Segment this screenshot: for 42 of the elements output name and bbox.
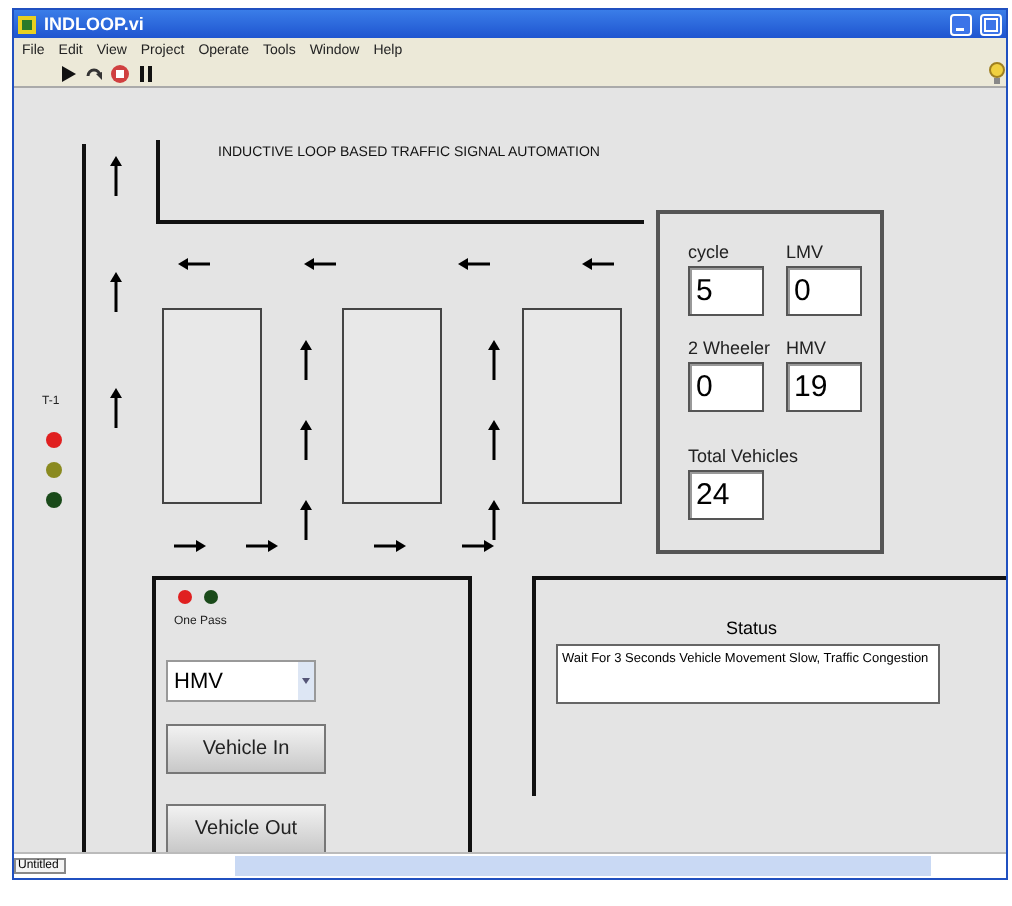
- numeric-indicator: 19: [786, 362, 862, 412]
- indicator-label: HMV: [786, 338, 826, 358]
- minimize-button[interactable]: [950, 13, 972, 35]
- up-arrow-icon: [488, 500, 500, 540]
- vehicle-button[interactable]: Vehicle Out: [166, 804, 326, 852]
- up-arrow-icon: [300, 500, 312, 540]
- run-continuously-icon[interactable]: [84, 64, 104, 84]
- help-icon[interactable]: [988, 62, 1006, 86]
- stop-icon[interactable]: [110, 64, 130, 84]
- left-arrow-icon: [178, 258, 210, 270]
- run-arrow-icon[interactable]: [58, 64, 78, 84]
- app-icon: [18, 15, 36, 33]
- numeric-indicator: 0: [786, 266, 862, 316]
- up-arrow-icon: [300, 340, 312, 380]
- right-arrow-icon: [174, 540, 206, 552]
- status-label: Status: [726, 618, 778, 638]
- vehicle-button[interactable]: Vehicle In: [166, 724, 326, 774]
- up-arrow-icon: [488, 420, 500, 460]
- indicator-label: LMV: [786, 242, 824, 262]
- right-arrow-icon: [462, 540, 494, 552]
- right-arrow-icon: [374, 540, 406, 552]
- maximize-button[interactable]: [980, 13, 1002, 35]
- pause-icon[interactable]: [136, 64, 156, 84]
- numeric-indicator: 5: [688, 266, 764, 316]
- right-arrow-icon: [246, 540, 278, 552]
- caret-icon: [298, 662, 314, 700]
- left-arrow-icon: [582, 258, 614, 270]
- up-arrow-icon: [488, 340, 500, 380]
- vehicle-type-dropdown[interactable]: HMV: [166, 660, 316, 702]
- window-title: INDLOOP.vi: [44, 14, 146, 34]
- up-arrow-icon: [300, 420, 312, 460]
- up-arrow-icon: [110, 388, 122, 428]
- indicator-label: cycle: [688, 242, 730, 262]
- left-arrow-icon: [304, 258, 336, 270]
- left-arrow-icon: [458, 258, 490, 270]
- numeric-indicator: 0: [688, 362, 764, 412]
- up-arrow-icon: [110, 156, 122, 196]
- indicator-label: 2 Wheeler: [688, 338, 771, 358]
- numeric-indicator: 24: [688, 470, 764, 520]
- maximize-icon: [984, 17, 998, 31]
- up-arrow-icon: [110, 272, 122, 312]
- indicator-label: Total Vehicles: [688, 446, 799, 466]
